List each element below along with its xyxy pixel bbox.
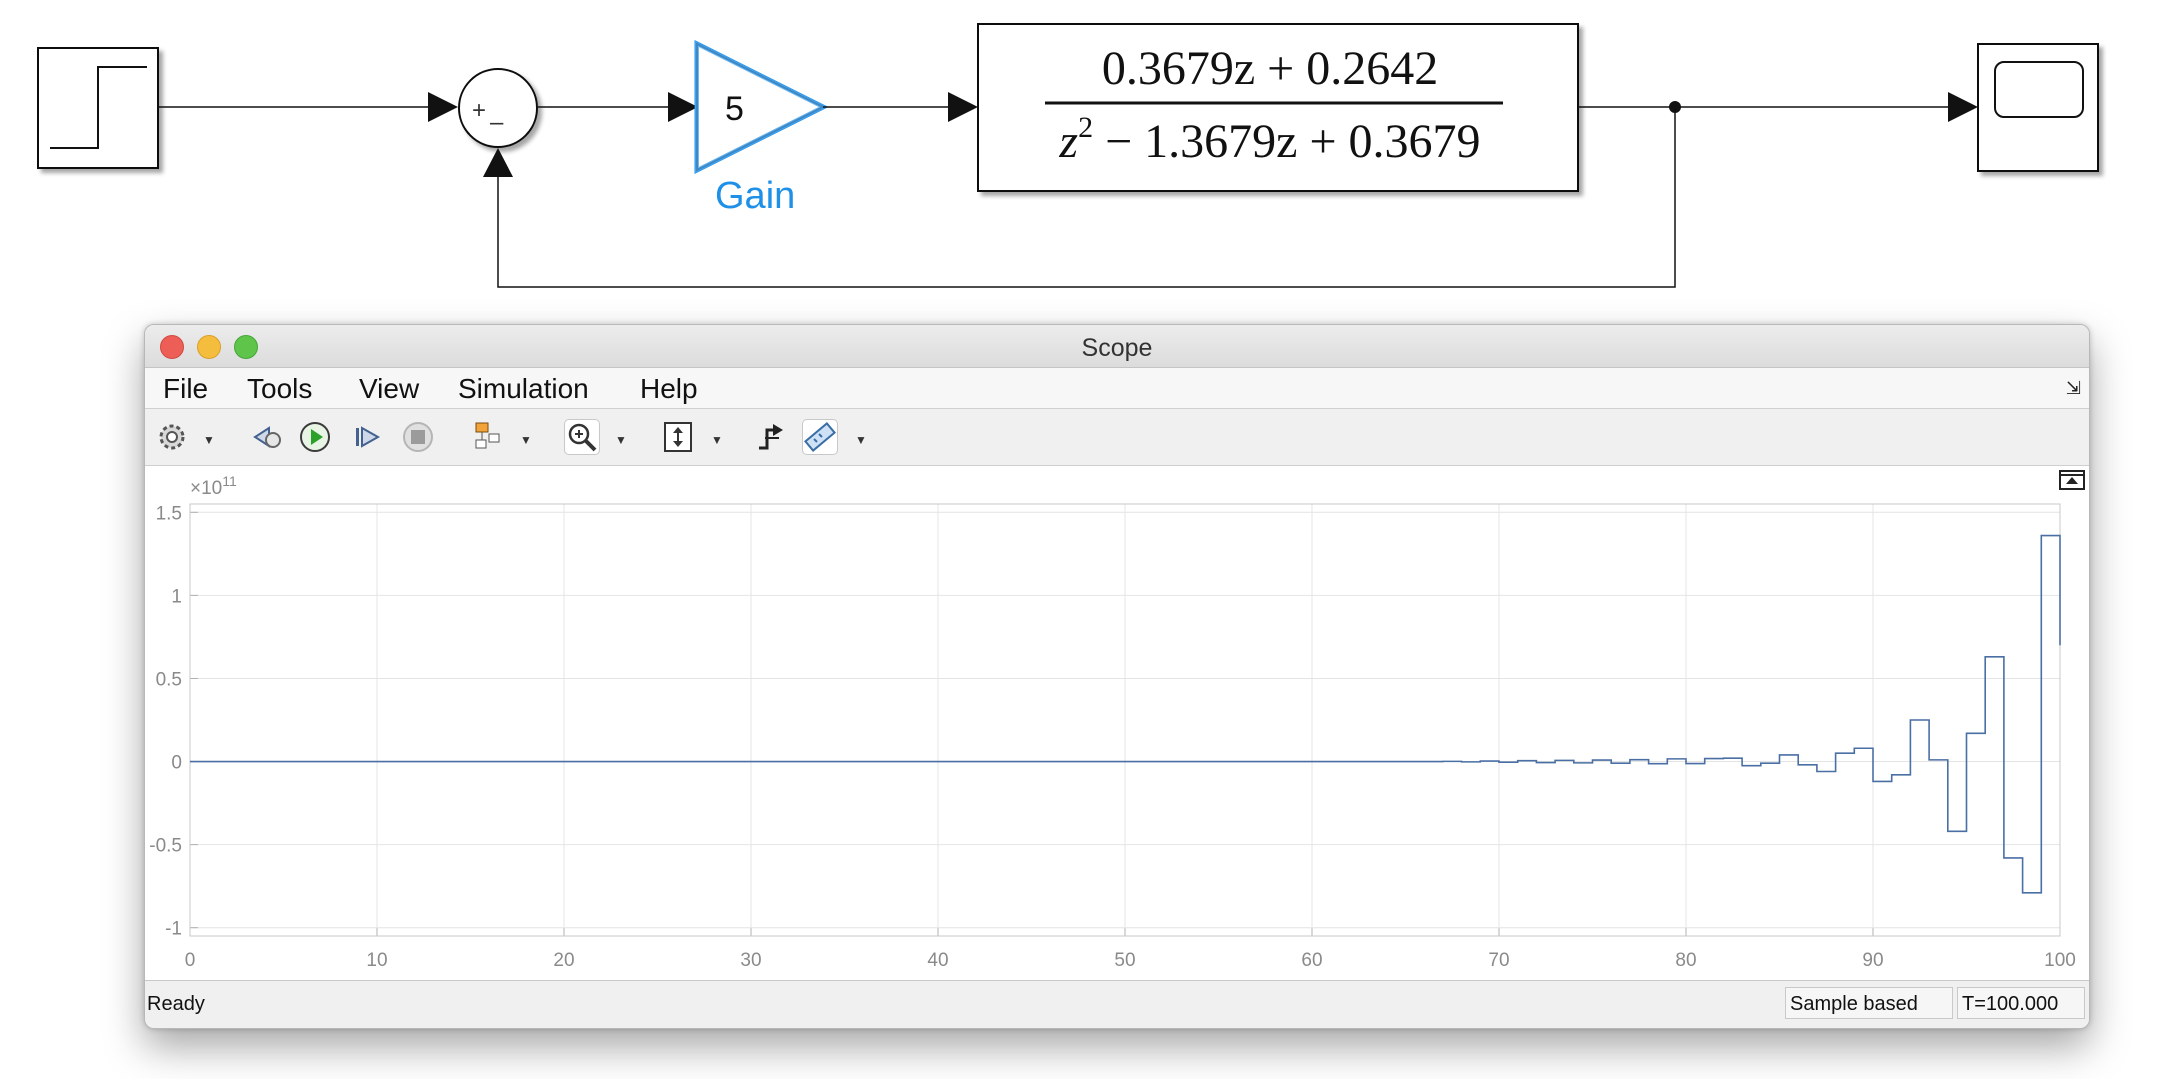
tf-denominator: z2 − 1.3679z + 0.3679 — [1058, 111, 1480, 168]
sum-minus-sign: – — [490, 109, 504, 136]
measurements-dropdown-arrow-icon[interactable]: ▼ — [855, 433, 867, 447]
gain-label: Gain — [715, 175, 795, 217]
undock-arrow-icon[interactable]: ⇲ — [2066, 378, 2081, 399]
axis-exponent-label: ×1011 — [190, 473, 237, 499]
menu-view[interactable]: View — [359, 373, 419, 405]
title-bar[interactable]: Scope — [145, 325, 2089, 368]
plot-undock-icon[interactable] — [2059, 470, 2085, 490]
settings-dropdown-arrow-icon[interactable]: ▼ — [203, 433, 215, 447]
gain-block[interactable]: 5 — [694, 39, 829, 175]
menu-file[interactable]: File — [163, 373, 208, 405]
menu-help[interactable]: Help — [640, 373, 698, 405]
y-tick-label: -0.5 — [149, 836, 182, 857]
gain-value: 5 — [725, 90, 744, 128]
scope-screen-icon — [1994, 61, 2084, 118]
tf-numerator: 0.3679z + 0.2642 — [1102, 42, 1438, 95]
run-icon[interactable] — [298, 420, 332, 454]
y-tick-label: 0.5 — [156, 669, 182, 690]
y-tick-label: 1.5 — [156, 503, 182, 524]
scope-block[interactable] — [1977, 43, 2099, 172]
x-tick-label: 30 — [740, 950, 761, 971]
x-tick-label: 70 — [1488, 950, 1509, 971]
tick-labels: 0 10 20 30 40 50 60 70 80 90 100 -1 -0.5 0 0.5 1 1.5 — [149, 503, 2076, 971]
x-tick-label: 50 — [1114, 950, 1135, 971]
x-tick-label: 100 — [2044, 950, 2076, 971]
window-title: Scope — [1081, 334, 1153, 362]
scope-plot[interactable]: 0 10 20 30 40 50 60 70 80 90 100 -1 -0.5 0 0.5 1 1.5 ×10… — [145, 466, 2089, 980]
autoscale-dropdown-arrow-icon[interactable]: ▼ — [711, 433, 723, 447]
sum-block[interactable]: + – — [458, 68, 538, 148]
step-block[interactable] — [37, 47, 159, 169]
menu-bar: File Tools View Simulation Help ⇲ — [145, 368, 2089, 409]
arrowhead — [483, 148, 513, 177]
status-bar: Ready Sample based T=100.000 — [145, 980, 2089, 1028]
plot-area[interactable]: 0 10 20 30 40 50 60 70 80 90 100 -1 -0.5 0 0.5 1 1.5 ×10… — [145, 466, 2089, 980]
status-ready-text: Ready — [147, 993, 205, 1015]
settings-icon[interactable] — [155, 420, 189, 454]
x-tick-label: 80 — [1675, 950, 1696, 971]
arrowhead — [948, 92, 978, 122]
x-tick-label: 40 — [927, 950, 948, 971]
step-forward-icon[interactable] — [350, 420, 384, 454]
block-diagram: + – 5 Gain 0.3679z + 0.2642 z2 − 1.3679z… — [37, 23, 2099, 288]
toolbar: ▼ ▼ ▼ ▼ ▼ — [145, 409, 2089, 466]
highlight-block-icon[interactable] — [470, 420, 504, 454]
x-tick-label: 60 — [1301, 950, 1322, 971]
arrowhead — [428, 92, 458, 122]
menu-tools[interactable]: Tools — [247, 373, 312, 405]
sum-plus-sign: + — [472, 97, 486, 124]
status-time: T=100.000 — [1957, 987, 2085, 1019]
status-sample-mode: Sample based — [1785, 987, 1953, 1019]
stop-icon[interactable] — [401, 420, 435, 454]
step-back-icon[interactable] — [249, 420, 283, 454]
arrowhead — [1948, 92, 1978, 122]
x-tick-label: 20 — [553, 950, 574, 971]
y-tick-label: 1 — [171, 586, 182, 607]
measurements-icon[interactable] — [803, 420, 837, 454]
x-tick-label: 0 — [185, 950, 196, 971]
highlight-dropdown-arrow-icon[interactable]: ▼ — [520, 433, 532, 447]
menu-simulation[interactable]: Simulation — [458, 373, 589, 405]
x-tick-label: 90 — [1862, 950, 1883, 971]
arrowhead — [668, 92, 698, 122]
triggers-icon[interactable] — [755, 420, 789, 454]
x-tick-label: 10 — [366, 950, 387, 971]
scope-window: Scope File Tools View Simulation Help ⇲ … — [144, 324, 2090, 1029]
grid — [189, 504, 2061, 936]
transfer-function-block[interactable]: 0.3679z + 0.2642 z2 − 1.3679z + 0.3679 — [977, 23, 1579, 192]
zoom-in-icon[interactable] — [565, 420, 599, 454]
autoscale-icon[interactable] — [661, 420, 695, 454]
y-tick-label: -1 — [165, 919, 182, 940]
y-tick-label: 0 — [171, 753, 182, 774]
zoom-dropdown-arrow-icon[interactable]: ▼ — [615, 433, 627, 447]
